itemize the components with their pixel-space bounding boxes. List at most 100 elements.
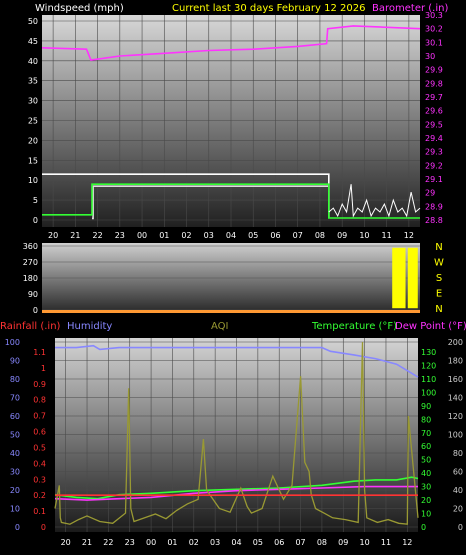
rainfall-tick-label: 0.6: [33, 428, 46, 437]
rainfall-tick-label: 0.8: [33, 396, 46, 405]
windspeed-tick-label: 45: [28, 37, 38, 46]
x-tick-label: 07: [293, 231, 303, 240]
x-tick-label: 03: [210, 538, 220, 547]
rainfall-tick-label: 1: [41, 364, 46, 373]
x-axis-top: 20 21 22 23 00 01 02 03 04 05 06 07 08 09 10 11 12: [48, 231, 414, 240]
humidity-axis-title: Humidity: [67, 321, 112, 332]
direction-tick-label: 360: [23, 242, 38, 251]
barometer-tick-label: 29.9: [425, 66, 443, 75]
rainfall-axis-title: Rainfall (.in): [0, 321, 61, 332]
rainfall-tick-label: 0.2: [33, 491, 46, 500]
direction-band: [407, 247, 418, 309]
barometer-tick-label: 29.7: [425, 93, 443, 102]
x-tick-label: 12: [404, 231, 414, 240]
barometer-tick-label: 28.8: [425, 216, 443, 225]
direction-tick-label: 180: [23, 274, 38, 283]
windspeed-tick-label: 35: [28, 77, 38, 86]
aqi-tick-label: 20: [453, 505, 463, 514]
aqi-tick-label: 40: [453, 486, 463, 495]
temperature-tick-label: 110: [421, 375, 436, 384]
humidity-tick-label: 90: [10, 357, 20, 366]
x-tick-label: 22: [92, 231, 102, 240]
rainfall-tick-label: 0.9: [33, 380, 46, 389]
windspeed-tick-label: 30: [28, 97, 38, 106]
temperature-tick-label: 20: [421, 496, 431, 505]
barometer-tick-label: 30.2: [425, 25, 443, 34]
temperature-axis-title: Temperature (°F): [311, 321, 397, 332]
x-tick-label: 11: [381, 538, 391, 547]
x-tick-label: 23: [125, 538, 135, 547]
x-tick-label: 10: [359, 231, 369, 240]
humidity-tick-label: 100: [5, 338, 20, 347]
compass-label: S: [436, 273, 442, 284]
dewpoint-axis-title: Dew Point (°F): [395, 321, 466, 332]
humidity-tick-label: 40: [10, 449, 20, 458]
barometer-tick-label: 29.2: [425, 161, 443, 170]
windspeed-tick-label: 0: [33, 216, 38, 225]
x-tick-label: 20: [61, 538, 71, 547]
x-tick-label: 04: [226, 231, 236, 240]
barometer-tick-label: 30.3: [425, 11, 443, 20]
rainfall-tick-label: 0.4: [33, 459, 46, 468]
temperature-tick-label: 0: [421, 523, 426, 532]
compass-label: E: [436, 289, 442, 300]
temperature-tick-label: 40: [421, 469, 431, 478]
x-tick-label: 21: [82, 538, 92, 547]
humidity-tick-label: 10: [10, 505, 20, 514]
temperature-tick-label: 130: [421, 348, 436, 357]
x-tick-label: 05: [248, 231, 258, 240]
rainfall-tick-label: 0.5: [33, 443, 46, 452]
x-tick-label: 12: [402, 538, 412, 547]
temperature-tick-label: 70: [421, 429, 431, 438]
humidity-tick-label: 60: [10, 412, 20, 421]
aqi-tick-label: 200: [448, 338, 463, 347]
aqi-tick-label: 120: [448, 412, 463, 421]
windspeed-tick-label: 20: [28, 136, 38, 145]
x-tick-label: 00: [146, 538, 156, 547]
direction-band: [392, 247, 406, 309]
windspeed-tick-label: 50: [28, 17, 38, 26]
x-tick-label: 10: [360, 538, 370, 547]
x-tick-label: 11: [382, 231, 392, 240]
x-tick-label: 01: [167, 538, 177, 547]
x-tick-label: 22: [103, 538, 113, 547]
barometer-tick-label: 30.1: [425, 38, 443, 47]
barometer-tick-label: 29.4: [425, 134, 443, 143]
temperature-tick-label: 90: [421, 402, 431, 411]
x-tick-label: 09: [338, 538, 348, 547]
weather-chart: Windspeed (mph) Current last 30 days Feb…: [0, 3, 466, 547]
temperature-tick-label: 50: [421, 456, 431, 465]
aqi-tick-label: 180: [448, 357, 463, 366]
windspeed-axis: 0 5 10 15 20 25 30 35 40 45 50: [28, 17, 38, 225]
humidity-tick-label: 0: [15, 523, 20, 532]
aqi-tick-label: 100: [448, 431, 463, 440]
humidity-tick-label: 70: [10, 394, 20, 403]
x-tick-label: 02: [181, 231, 191, 240]
barometer-tick-label: 29.3: [425, 148, 443, 157]
rainfall-tick-label: 0.1: [33, 507, 46, 516]
aqi-tick-label: 140: [448, 394, 463, 403]
windspeed-axis-title: Windspeed (mph): [35, 3, 124, 14]
direction-degree-axis: 0 90 180 270 360: [23, 242, 38, 315]
humidity-tick-label: 80: [10, 375, 20, 384]
aqi-tick-label: 60: [453, 468, 463, 477]
barometer-axis: 28.8 28.9 29 29.1 29.2 29.3 29.4 29.5 29.6 29.7 29…: [425, 11, 443, 225]
windspeed-tick-label: 10: [28, 176, 38, 185]
rainfall-tick-label: 0.3: [33, 475, 46, 484]
aqi-tick-label: 160: [448, 375, 463, 384]
windspeed-tick-label: 40: [28, 57, 38, 66]
x-tick-label: 01: [159, 231, 169, 240]
compass-label: N: [435, 304, 442, 315]
temperature-tick-label: 100: [421, 388, 436, 397]
x-tick-label: 21: [70, 231, 80, 240]
x-tick-label: 06: [270, 231, 280, 240]
aqi-tick-label: 0: [458, 523, 463, 532]
rainfall-tick-label: 1.1: [33, 348, 46, 357]
humidity-tick-label: 50: [10, 431, 20, 440]
x-tick-label: 23: [115, 231, 125, 240]
x-axis-bottom: 20 21 22 23 00 01 02 03 04 05 06 07 08 09 10 11 12: [61, 538, 413, 547]
x-tick-label: 05: [253, 538, 263, 547]
chart-title: Current last 30 days February 12 2026: [172, 3, 365, 14]
barometer-tick-label: 29: [425, 189, 435, 198]
x-tick-label: 04: [231, 538, 241, 547]
